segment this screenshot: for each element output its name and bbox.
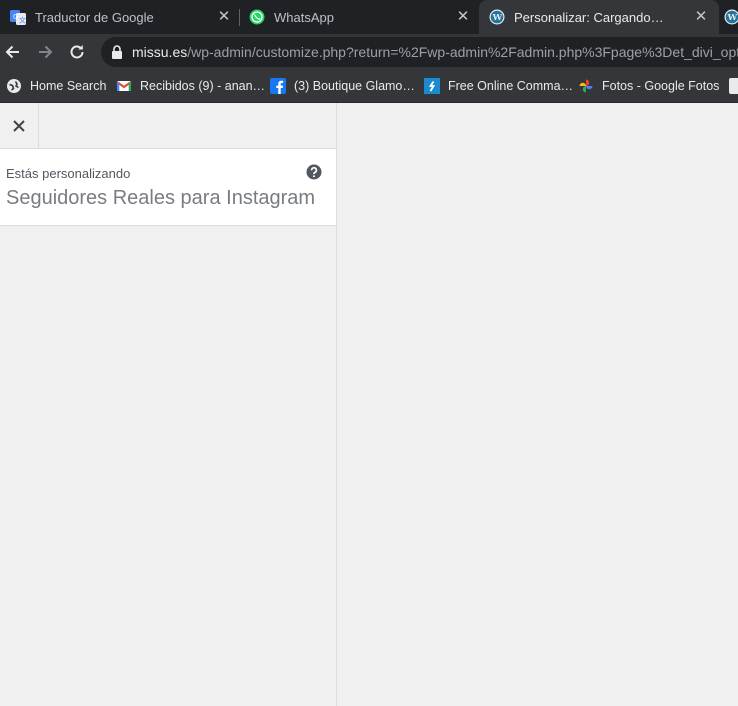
tab-whatsapp[interactable]: WhatsApp ✕: [249, 0, 471, 34]
tab-title: Traductor de Google: [35, 9, 154, 25]
bookmark-overflow[interactable]: [729, 76, 738, 96]
customizing-label: Estás personalizando: [6, 166, 131, 181]
wordpress-icon: W: [489, 9, 505, 25]
forward-arrow-icon[interactable]: [35, 42, 55, 62]
page-content: Estás personalizando Seguidores Reales p…: [0, 103, 738, 706]
tab-title: WhatsApp: [274, 9, 334, 25]
customizer-sidebar: Estás personalizando Seguidores Reales p…: [0, 103, 337, 706]
svg-text:G: G: [13, 13, 18, 21]
bookmark-free-online[interactable]: Free Online Comma…: [424, 76, 573, 96]
close-icon: [13, 119, 25, 132]
reload-icon[interactable]: [67, 42, 87, 62]
help-icon[interactable]: [306, 164, 322, 180]
google-translate-icon: G文: [10, 9, 26, 25]
bookmark-label: Free Online Comma…: [448, 79, 574, 93]
site-title: Seguidores Reales para Instagram: [6, 187, 316, 209]
globe-icon: [6, 78, 22, 94]
tab-google-translate[interactable]: G文 Traductor de Google ✕: [10, 0, 232, 34]
bookmark-gmail[interactable]: Recibidos (9) - anan…: [116, 76, 265, 96]
tab-strip: G文 Traductor de Google ✕ WhatsApp ✕ W Pe…: [0, 0, 738, 34]
gmail-icon: [116, 78, 132, 94]
customizer-header: [0, 103, 336, 149]
close-customizer-button[interactable]: [0, 103, 39, 148]
tab-separator: [239, 9, 240, 26]
google-photos-icon: [578, 78, 594, 94]
svg-text:文: 文: [19, 16, 26, 25]
bookmarks-bar: Home Search Recibidos (9) - anan… (3) Bo…: [0, 70, 738, 103]
customizer-preview: [337, 103, 738, 706]
tab-wordpress-partial[interactable]: W: [724, 0, 738, 34]
bookmark-home-search[interactable]: Home Search: [6, 76, 106, 96]
url-path: /wp-admin/customize.php?return=%2Fwp-adm…: [187, 44, 738, 60]
wordpress-icon: W: [724, 9, 738, 25]
whatsapp-icon: [249, 9, 265, 25]
bookmark-label: Home Search: [30, 79, 107, 93]
close-icon[interactable]: ✕: [216, 9, 232, 25]
facebook-icon: [270, 78, 286, 94]
svg-text:W: W: [727, 13, 738, 23]
tab-title: Personalizar: Cargando…: [514, 9, 664, 25]
url-host: missu.es: [132, 44, 188, 60]
close-icon[interactable]: ✕: [455, 9, 471, 25]
bookmark-label: Fotos - Google Fotos: [602, 79, 720, 93]
tab-customizer[interactable]: W Personalizar: Cargando… ✕: [479, 0, 719, 34]
bookmark-site-icon: [424, 78, 440, 94]
bookmark-partial-icon: [729, 78, 738, 94]
svg-text:W: W: [492, 13, 503, 23]
bookmark-label: (3) Boutique Glamo…: [294, 79, 415, 93]
browser-toolbar: missu.es/wp-admin/customize.php?return=%…: [0, 34, 738, 70]
lock-icon[interactable]: [111, 45, 123, 59]
bookmark-google-fotos[interactable]: Fotos - Google Fotos: [578, 76, 719, 96]
address-bar[interactable]: missu.es/wp-admin/customize.php?return=%…: [101, 37, 738, 67]
bookmark-label: Recibidos (9) - anan…: [140, 79, 266, 93]
back-arrow-icon[interactable]: [3, 42, 23, 62]
bookmark-facebook[interactable]: (3) Boutique Glamo…: [270, 76, 415, 96]
customizer-info-panel: Estás personalizando Seguidores Reales p…: [0, 149, 336, 226]
close-icon[interactable]: ✕: [693, 9, 709, 25]
